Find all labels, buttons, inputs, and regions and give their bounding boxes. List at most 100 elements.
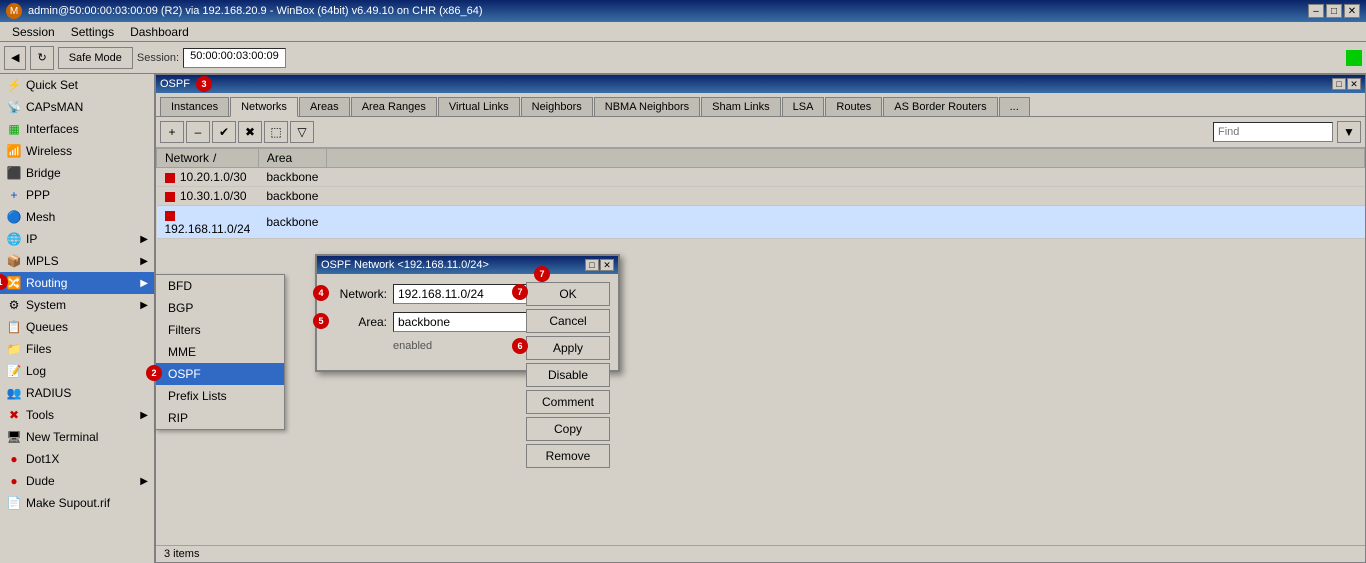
table-row[interactable]: 192.168.11.0/24 backbone — [157, 206, 1365, 239]
sidebar-item-bridge[interactable]: ⬛ Bridge — [0, 162, 154, 184]
copy-button[interactable]: Copy — [526, 417, 610, 441]
submenu-prefix-lists[interactable]: Prefix Lists — [156, 385, 284, 407]
tab-more[interactable]: ... — [999, 97, 1030, 116]
filter-button[interactable]: ▽ — [290, 121, 314, 143]
table-row[interactable]: 10.20.1.0/30 backbone — [157, 168, 1365, 187]
ospf-title: OSPF — [160, 78, 190, 90]
refresh-button[interactable]: ↻ — [30, 46, 53, 70]
tab-routes[interactable]: Routes — [825, 97, 882, 116]
comment-button[interactable]: Comment — [526, 390, 610, 414]
submenu-ospf[interactable]: OSPF 2 — [156, 363, 284, 385]
routing-icon: 🔀 — [6, 275, 22, 291]
ospf-title-bar: OSPF 3 □ ✕ — [156, 75, 1365, 93]
mesh-icon: 🔵 — [6, 209, 22, 225]
sidebar-item-ppp[interactable]: + PPP — [0, 184, 154, 206]
ospf-networks-table: Network / Area — [156, 148, 1365, 239]
minimize-button[interactable]: – — [1308, 4, 1324, 18]
ok-button[interactable]: OK — [526, 282, 610, 306]
sidebar-item-tools[interactable]: ✖ Tools ▶ — [0, 404, 154, 426]
sidebar-label-bridge: Bridge — [26, 166, 61, 180]
sidebar-item-radius[interactable]: 👥 RADIUS — [0, 382, 154, 404]
interfaces-icon: ▦ — [6, 121, 22, 137]
sidebar-item-files[interactable]: 📁 Files — [0, 338, 154, 360]
apply-button[interactable]: Apply — [526, 336, 610, 360]
table-row[interactable]: 10.30.1.0/30 backbone — [157, 187, 1365, 206]
submenu-mme[interactable]: MME — [156, 341, 284, 363]
tab-areas[interactable]: Areas — [299, 97, 350, 116]
safe-mode-button[interactable]: Safe Mode — [58, 47, 133, 69]
ospf-minimize[interactable]: □ — [1332, 78, 1346, 90]
dude-arrow: ▶ — [140, 476, 148, 487]
capsman-icon: 📡 — [6, 99, 22, 115]
ppp-icon: + — [6, 187, 22, 203]
area-label: Area: — [327, 315, 387, 329]
ospf-close[interactable]: ✕ — [1347, 78, 1361, 90]
disable-button[interactable]: Disable — [526, 363, 610, 387]
sidebar-item-dot1x[interactable]: ● Dot1X — [0, 448, 154, 470]
sidebar-label-queues: Queues — [26, 320, 68, 334]
sidebar-item-routing[interactable]: 🔀 Routing ▶ 1 — [0, 272, 154, 294]
enable-button[interactable]: ✔ — [212, 121, 236, 143]
sidebar-label-tools: Tools — [26, 408, 54, 422]
back-button[interactable]: ◀ — [4, 46, 26, 70]
sidebar-item-quickset[interactable]: ⚡ Quick Set — [0, 74, 154, 96]
sidebar-item-mesh[interactable]: 🔵 Mesh — [0, 206, 154, 228]
add-button[interactable]: + — [160, 121, 184, 143]
sidebar-item-dude[interactable]: ● Dude ▶ — [0, 470, 154, 492]
tab-sham-links[interactable]: Sham Links — [701, 97, 780, 116]
col-spacer — [326, 149, 1364, 168]
sidebar-item-wireless[interactable]: 📶 Wireless — [0, 140, 154, 162]
area-field-badge: 5 — [313, 313, 329, 329]
remove-button[interactable]: – — [186, 121, 210, 143]
close-button[interactable]: ✕ — [1344, 4, 1360, 18]
move-button[interactable]: ⬚ — [264, 121, 288, 143]
submenu-filters[interactable]: Filters — [156, 319, 284, 341]
submenu-bfd[interactable]: BFD — [156, 275, 284, 297]
menu-dashboard[interactable]: Dashboard — [122, 23, 197, 41]
maximize-button[interactable]: □ — [1326, 4, 1342, 18]
dialog-close[interactable]: ✕ — [600, 259, 614, 271]
find-input[interactable] — [1213, 122, 1333, 142]
quickset-icon: ⚡ — [6, 77, 22, 93]
disable-button[interactable]: ✖ — [238, 121, 262, 143]
sidebar-item-queues[interactable]: 📋 Queues — [0, 316, 154, 338]
toolbar: ◀ ↻ Safe Mode Session: 50:00:00:03:00:09 — [0, 42, 1366, 74]
session-label: Session: — [137, 52, 179, 64]
menu-session[interactable]: Session — [4, 23, 63, 41]
sidebar-item-ip[interactable]: 🌐 IP ▶ — [0, 228, 154, 250]
sidebar-item-system[interactable]: ⚙ System ▶ — [0, 294, 154, 316]
sidebar-item-log[interactable]: 📝 Log — [0, 360, 154, 382]
tab-as-border-routers[interactable]: AS Border Routers — [883, 97, 997, 116]
tab-virtual-links[interactable]: Virtual Links — [438, 97, 520, 116]
terminal-icon: 🖥 — [6, 429, 22, 445]
tab-area-ranges[interactable]: Area Ranges — [351, 97, 437, 116]
sidebar-item-supout[interactable]: 📄 Make Supout.rif — [0, 492, 154, 514]
dude-icon: ● — [6, 473, 22, 489]
dialog-minimize[interactable]: □ — [585, 259, 599, 271]
area-cell-3: backbone — [258, 206, 326, 239]
menu-settings[interactable]: Settings — [63, 23, 122, 41]
dialog-title-bar: OSPF Network <192.168.11.0/24> □ ✕ — [317, 256, 618, 274]
remove-button[interactable]: Remove — [526, 444, 610, 468]
cancel-button[interactable]: Cancel — [526, 309, 610, 333]
ospf-status-bar: 3 items — [156, 545, 1365, 562]
ospf-network-dialog: OSPF Network <192.168.11.0/24> □ ✕ 4 Net… — [315, 254, 620, 372]
submenu-bgp[interactable]: BGP — [156, 297, 284, 319]
tab-networks[interactable]: Networks — [230, 97, 298, 117]
sidebar-label-quickset: Quick Set — [26, 78, 78, 92]
tab-instances[interactable]: Instances — [160, 97, 229, 116]
sidebar-label-mpls: MPLS — [26, 254, 59, 268]
sidebar-item-mpls[interactable]: 📦 MPLS ▶ — [0, 250, 154, 272]
tab-lsa[interactable]: LSA — [782, 97, 825, 116]
ip-icon: 🌐 — [6, 231, 22, 247]
dropdown-button[interactable]: ▼ — [1337, 121, 1361, 143]
tab-nbma-neighbors[interactable]: NBMA Neighbors — [594, 97, 700, 116]
sidebar-item-new-terminal[interactable]: 🖥 New Terminal — [0, 426, 154, 448]
ip-arrow: ▶ — [140, 234, 148, 245]
tab-neighbors[interactable]: Neighbors — [521, 97, 593, 116]
radius-icon: 👥 — [6, 385, 22, 401]
sidebar-label-supout: Make Supout.rif — [26, 496, 110, 510]
submenu-rip[interactable]: RIP — [156, 407, 284, 429]
sidebar-item-interfaces[interactable]: ▦ Interfaces — [0, 118, 154, 140]
sidebar-item-capsman[interactable]: 📡 CAPsMAN — [0, 96, 154, 118]
